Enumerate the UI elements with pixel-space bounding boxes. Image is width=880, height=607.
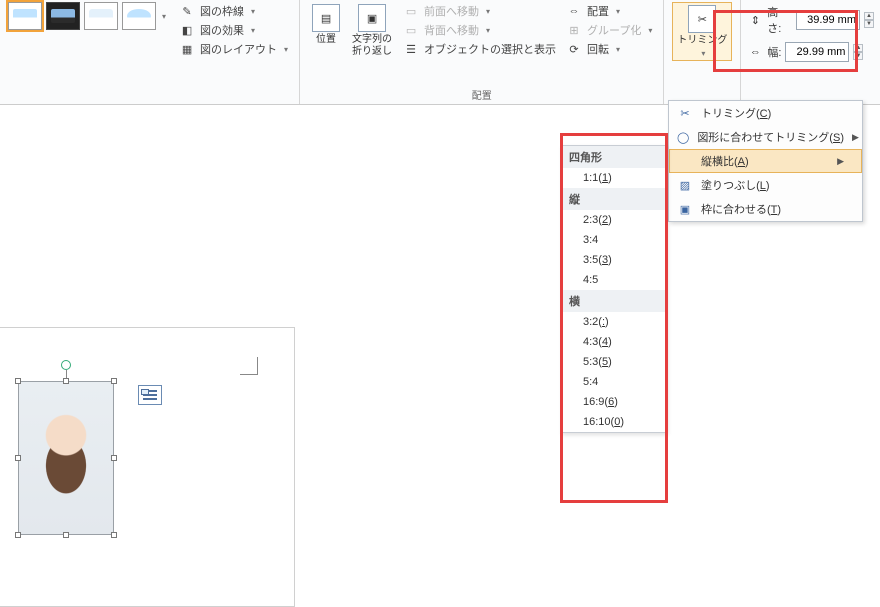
ratio-3-2[interactable]: 3:2(:) [561, 312, 665, 332]
chevron-down-icon: ▾ [701, 49, 705, 58]
menu-fit-frame[interactable]: ▣枠に合わせる(T) [669, 197, 862, 221]
menu-trimming[interactable]: ✂トリミング(C) [669, 101, 862, 125]
ratio-16-9[interactable]: 16:9(6) [561, 392, 665, 412]
selected-image[interactable] [18, 381, 114, 535]
style-thumb-dark[interactable] [46, 2, 80, 30]
align-icon: ⇔ [566, 3, 582, 19]
picture-effects-button[interactable]: ◧図の効果▾ [176, 21, 291, 39]
crop-icon: ✂ [677, 105, 693, 121]
effects-icon: ◧ [179, 22, 195, 38]
height-input[interactable] [796, 10, 860, 30]
send-backward-button[interactable]: ▭背面へ移動▾ [400, 21, 559, 39]
ratio-1-1[interactable]: 1:1(1) [561, 168, 665, 188]
menu-fill[interactable]: ▨塗りつぶし(L) [669, 173, 862, 197]
ratio-2-3[interactable]: 2:3(2) [561, 210, 665, 230]
group-button[interactable]: ⊞グループ化▾ [563, 21, 655, 39]
ratio-5-3[interactable]: 5:3(5) [561, 352, 665, 372]
ribbon: ▾ ✎図の枠線▾ ◧図の効果▾ ▦図のレイアウト▾ ▤ 位置 ▣ 文字列の折り返… [0, 0, 880, 105]
trim-dropdown-menu: ✂トリミング(C) ◯図形に合わせてトリミング(S)▶ 縦横比(A)▶ ▨塗りつ… [668, 100, 863, 222]
rotate-handle[interactable] [61, 360, 71, 370]
picture-border-button[interactable]: ✎図の枠線▾ [176, 2, 291, 20]
style-thumb-rounded[interactable] [84, 2, 118, 30]
resize-handle[interactable] [15, 455, 21, 461]
selection-icon: ☰ [403, 41, 419, 57]
ratio-3-4[interactable]: 3:4 [561, 230, 665, 250]
ratio-heading-portrait: 縦 [561, 188, 665, 210]
height-icon: ⇕ [747, 12, 763, 28]
selection-pane-button[interactable]: ☰オブジェクトの選択と表示 [400, 40, 559, 58]
width-icon: ⇔ [747, 44, 763, 60]
trim-icon: ✂ [688, 5, 716, 33]
layout-options-chip[interactable] [138, 385, 162, 405]
ratio-3-5[interactable]: 3:5(3) [561, 250, 665, 270]
align-button[interactable]: ⇔配置▾ [563, 2, 655, 20]
forward-icon: ▭ [403, 3, 419, 19]
width-input[interactable] [785, 42, 849, 62]
rotate-icon: ⟳ [566, 41, 582, 57]
ratio-heading-landscape: 横 [561, 290, 665, 312]
trim-button[interactable]: ✂ トリミング ▾ [672, 2, 732, 61]
border-icon: ✎ [179, 3, 195, 19]
layout-icon: ▦ [179, 41, 195, 57]
backward-icon: ▭ [403, 22, 419, 38]
styles-more-icon[interactable]: ▾ [162, 12, 166, 21]
picture-styles-group: ▾ ✎図の枠線▾ ◧図の効果▾ ▦図のレイアウト▾ [0, 0, 300, 104]
width-label: 幅: [767, 44, 781, 60]
bring-forward-button[interactable]: ▭前面へ移動▾ [400, 2, 559, 20]
resize-handle[interactable] [111, 455, 117, 461]
height-label: 高さ: [767, 4, 792, 36]
fill-icon: ▨ [677, 177, 693, 193]
ratio-16-10[interactable]: 16:10(0) [561, 412, 665, 432]
position-icon: ▤ [312, 4, 340, 32]
width-spinner[interactable]: ▲▼ [853, 44, 863, 60]
wrap-icon: ▣ [358, 4, 386, 32]
ratio-4-5[interactable]: 4:5 [561, 270, 665, 290]
shape-icon: ◯ [677, 129, 689, 145]
resize-handle[interactable] [111, 378, 117, 384]
arrange-group-label: 配置 [472, 87, 492, 104]
resize-handle[interactable] [63, 378, 69, 384]
trim-group: ✂ トリミング ▾ [664, 0, 741, 104]
wrap-text-button[interactable]: ▣ 文字列の折り返し [348, 2, 396, 60]
menu-aspect-ratio[interactable]: 縦横比(A)▶ [669, 149, 862, 173]
arrange-group: ▤ 位置 ▣ 文字列の折り返し ▭前面へ移動▾ ▭背面へ移動▾ ☰オブジェクトの… [300, 0, 664, 104]
resize-handle[interactable] [15, 378, 21, 384]
resize-handle[interactable] [15, 532, 21, 538]
menu-fit-shape[interactable]: ◯図形に合わせてトリミング(S)▶ [669, 125, 862, 149]
ratio-heading-square: 四角形 [561, 146, 665, 168]
position-button[interactable]: ▤ 位置 [308, 2, 344, 48]
fit-icon: ▣ [677, 201, 693, 217]
height-spinner[interactable]: ▲▼ [864, 12, 874, 28]
portrait-image [19, 382, 113, 534]
style-thumb-simple[interactable] [8, 2, 42, 30]
resize-handle[interactable] [63, 532, 69, 538]
style-thumb-oval[interactable] [122, 2, 156, 30]
aspect-ratio-menu: 四角形 1:1(1) 縦 2:3(2) 3:4 3:5(3) 4:5 横 3:2… [560, 145, 666, 433]
rotate-button[interactable]: ⟳回転▾ [563, 40, 655, 58]
ratio-4-3[interactable]: 4:3(4) [561, 332, 665, 352]
picture-layout-button[interactable]: ▦図のレイアウト▾ [176, 40, 291, 58]
ratio-5-4[interactable]: 5:4 [561, 372, 665, 392]
group-icon: ⊞ [566, 22, 582, 38]
size-group: ⇕ 高さ: ▲▼ ⇔ 幅: ▲▼ [741, 0, 880, 66]
page-corner-mark [240, 357, 258, 375]
resize-handle[interactable] [111, 532, 117, 538]
